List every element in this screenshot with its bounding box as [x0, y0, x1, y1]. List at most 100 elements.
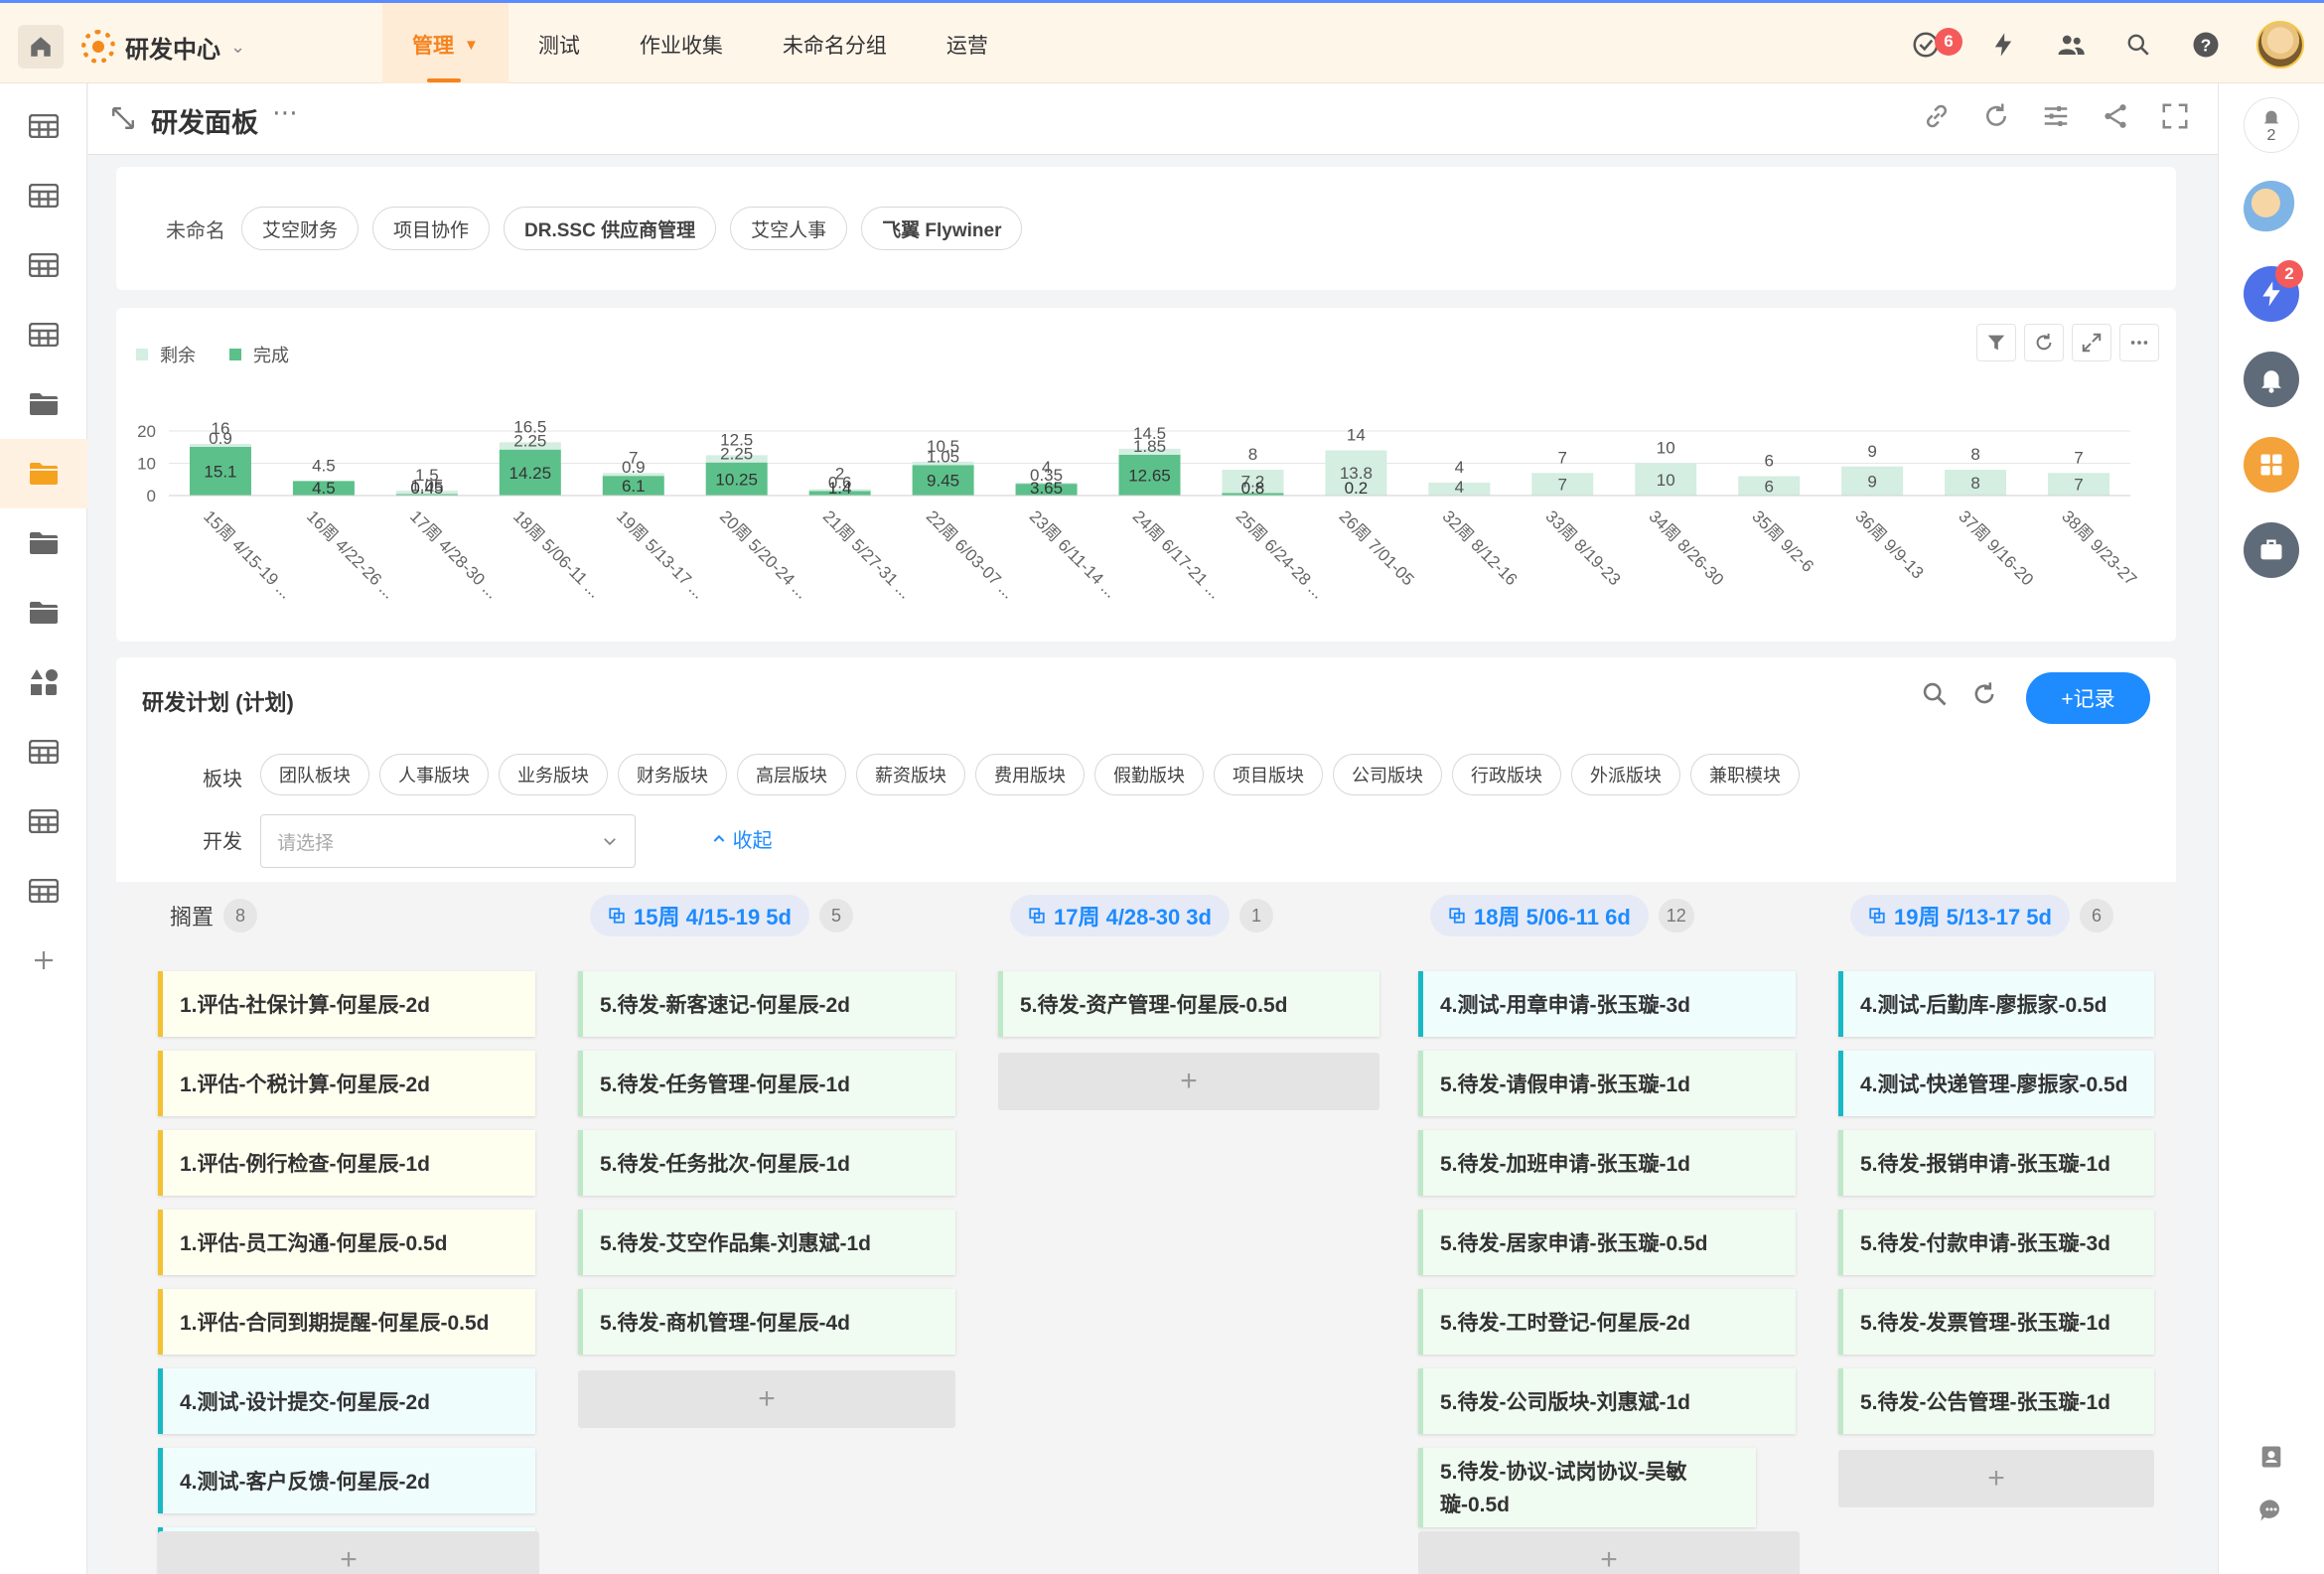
- column-title[interactable]: 17周 4/28-30 3d: [1010, 895, 1230, 936]
- task-card[interactable]: 5.待发-任务批次-何星辰-1d: [578, 1130, 955, 1196]
- sidebar-item-table-3[interactable]: [0, 230, 87, 300]
- help-button[interactable]: ?: [2189, 28, 2223, 62]
- task-card[interactable]: 4.测试-快递管理-廖振家-0.5d: [1838, 1051, 2154, 1116]
- add-card-button[interactable]: +: [1838, 1450, 2154, 1507]
- task-card[interactable]: 4.测试-设计提交-何星辰-2d: [158, 1368, 535, 1434]
- add-card-button[interactable]: +: [1418, 1531, 1800, 1574]
- task-card[interactable]: 5.待发-工时登记-何星辰-2d: [1418, 1289, 1796, 1355]
- task-card[interactable]: 5.待发-商机管理-何星辰-4d: [578, 1289, 955, 1355]
- briefcase-button[interactable]: [2244, 522, 2299, 578]
- module-chip[interactable]: 假勤版块: [1094, 754, 1204, 795]
- module-chip[interactable]: 外派版块: [1571, 754, 1680, 795]
- nav-item-unnamed-group[interactable]: 未命名分组: [753, 3, 917, 86]
- nav-item-homework[interactable]: 作业收集: [610, 3, 753, 86]
- refresh-icon[interactable]: [1981, 101, 2011, 131]
- user-avatar[interactable]: [2256, 21, 2304, 69]
- task-card[interactable]: 5.待发-协议-试岗协议-吴敏璇-0.5d: [1418, 1448, 1756, 1527]
- fullscreen-icon[interactable]: [2160, 101, 2190, 131]
- app-tag[interactable]: DR.SSC 供应商管理: [504, 207, 717, 250]
- task-card[interactable]: 1.评估-合同到期提醒-何星辰-0.5d: [158, 1289, 535, 1355]
- chart-expand-button[interactable]: [2072, 324, 2111, 361]
- chart-more-button[interactable]: [2119, 324, 2159, 361]
- legend-item-remaining[interactable]: 剩余: [136, 342, 196, 367]
- sidebar-item-table-1[interactable]: [0, 91, 87, 161]
- task-card[interactable]: 4.测试-客户反馈-何星辰-2d: [158, 1448, 535, 1513]
- add-card-button[interactable]: +: [578, 1370, 955, 1428]
- chart-refresh-button[interactable]: [2024, 324, 2064, 361]
- add-card-button[interactable]: +: [158, 1531, 539, 1574]
- apps-button[interactable]: [2244, 437, 2299, 493]
- module-chip[interactable]: 项目版块: [1214, 754, 1323, 795]
- module-chip[interactable]: 兼职模块: [1690, 754, 1800, 795]
- module-chip[interactable]: 业务版块: [499, 754, 608, 795]
- refresh-icon[interactable]: [1970, 680, 1998, 708]
- task-card[interactable]: 5.待发-加班申请-张玉璇-1d: [1418, 1130, 1796, 1196]
- app-tag[interactable]: 艾空人事: [730, 207, 848, 250]
- contacts-button[interactable]: [2244, 1432, 2299, 1482]
- automation-button[interactable]: [1986, 28, 2020, 62]
- sidebar-item-table-5[interactable]: [0, 717, 87, 787]
- nav-item-test[interactable]: 测试: [508, 3, 610, 86]
- nav-item-manage[interactable]: 管理 ▼: [382, 3, 508, 86]
- module-chip[interactable]: 行政版块: [1452, 754, 1561, 795]
- module-chip[interactable]: 财务版块: [618, 754, 727, 795]
- task-card[interactable]: 4.测试-后勤库-廖振家-0.5d: [1838, 971, 2154, 1037]
- column-title[interactable]: 15周 4/15-19 5d: [590, 895, 809, 936]
- collapse-filters-link[interactable]: 收起: [711, 824, 773, 853]
- collapse-arrows-icon[interactable]: [110, 105, 136, 131]
- task-card[interactable]: 1.评估-例行检查-何星辰-1d: [158, 1130, 535, 1196]
- more-icon[interactable]: ⋯: [272, 97, 298, 128]
- task-card[interactable]: 5.待发-居家申请-张玉璇-0.5d: [1418, 1210, 1796, 1275]
- sidebar-item-table-7[interactable]: [0, 856, 87, 926]
- search-button[interactable]: [2121, 28, 2155, 62]
- sidebar-item-folder-1[interactable]: [0, 369, 87, 439]
- task-card[interactable]: 5.待发-请假申请-张玉璇-1d: [1418, 1051, 1796, 1116]
- task-card[interactable]: 5.待发-新客速记-何星辰-2d: [578, 971, 955, 1037]
- developer-select[interactable]: 请选择: [260, 814, 636, 868]
- settings-sliders-icon[interactable]: [2041, 101, 2071, 131]
- sidebar-item-table-4[interactable]: [0, 300, 87, 369]
- module-chip[interactable]: 人事版块: [379, 754, 489, 795]
- add-record-button[interactable]: +记录: [2026, 672, 2150, 724]
- sidebar-item-folder-3[interactable]: [0, 578, 87, 647]
- task-card[interactable]: 5.待发-公司版块-刘惠斌-1d: [1418, 1368, 1796, 1434]
- module-chip[interactable]: 薪资版块: [856, 754, 965, 795]
- task-card[interactable]: 1.评估-个税计算-何星辰-2d: [158, 1051, 535, 1116]
- column-title[interactable]: 18周 5/06-11 6d: [1430, 895, 1649, 936]
- members-button[interactable]: [2054, 28, 2088, 62]
- home-button[interactable]: [18, 25, 64, 69]
- collaborator-avatar[interactable]: [2244, 181, 2299, 236]
- task-card[interactable]: 1.评估-员工沟通-何星辰-0.5d: [158, 1210, 535, 1275]
- column-title[interactable]: 19周 5/13-17 5d: [1850, 895, 2070, 936]
- search-icon[interactable]: [1921, 680, 1949, 708]
- sidebar-item-folder-active[interactable]: [0, 439, 87, 508]
- module-chip[interactable]: 团队板块: [260, 754, 369, 795]
- app-tag[interactable]: 飞翼 Flywiner: [861, 207, 1023, 250]
- legend-item-done[interactable]: 完成: [229, 342, 289, 367]
- workspace-switcher[interactable]: 研发中心 ⌄: [81, 29, 245, 65]
- add-card-button[interactable]: +: [998, 1053, 1380, 1110]
- notification-button[interactable]: 2: [2244, 97, 2299, 153]
- task-card[interactable]: 5.待发-任务管理-何星辰-1d: [578, 1051, 955, 1116]
- sidebar-item-table-6[interactable]: [0, 787, 87, 856]
- app-tag[interactable]: 艾空财务: [241, 207, 360, 250]
- module-chip[interactable]: 费用版块: [975, 754, 1085, 795]
- sidebar-add-button[interactable]: [0, 926, 87, 995]
- task-card[interactable]: 4.测试-用章申请-张玉璇-3d: [1418, 971, 1796, 1037]
- chat-button[interactable]: [2244, 1486, 2299, 1535]
- reminder-app-button[interactable]: [2244, 352, 2299, 407]
- module-chip[interactable]: 高层版块: [737, 754, 846, 795]
- todo-button[interactable]: 6: [1909, 28, 1962, 62]
- task-card[interactable]: 5.待发-付款申请-张玉璇-3d: [1838, 1210, 2154, 1275]
- module-chip[interactable]: 公司版块: [1333, 754, 1442, 795]
- task-card[interactable]: 5.待发-艾空作品集-刘惠斌-1d: [578, 1210, 955, 1275]
- sidebar-item-folder-2[interactable]: [0, 508, 87, 578]
- task-card[interactable]: 1.评估-社保计算-何星辰-2d: [158, 971, 535, 1037]
- sidebar-item-table-2[interactable]: [0, 161, 87, 230]
- filter-button[interactable]: [1976, 324, 2016, 361]
- app-tag[interactable]: 项目协作: [372, 207, 491, 250]
- sidebar-item-dashboard[interactable]: [0, 647, 87, 717]
- share-icon[interactable]: [2101, 101, 2130, 131]
- task-card[interactable]: 5.待发-公告管理-张玉璇-1d: [1838, 1368, 2154, 1434]
- task-card[interactable]: 5.待发-资产管理-何星辰-0.5d: [998, 971, 1380, 1037]
